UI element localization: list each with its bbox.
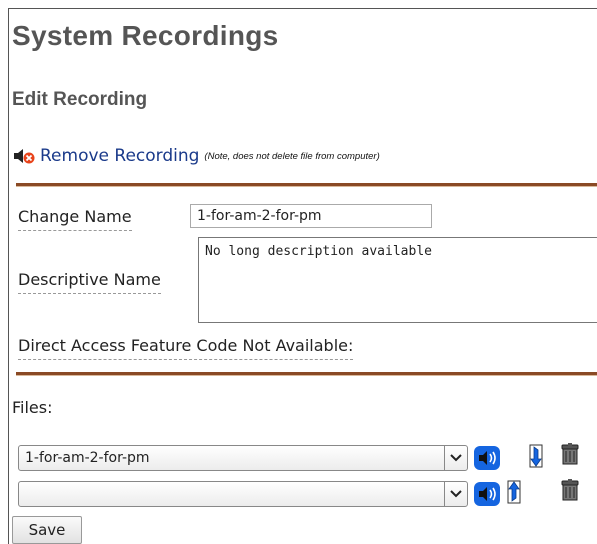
play-sound-icon[interactable] <box>474 482 500 510</box>
files-label: Files: <box>12 398 53 417</box>
chevron-down-icon[interactable] <box>444 446 467 470</box>
file-select-value: 1-for-am-2-for-pm <box>25 450 150 466</box>
chevron-down-icon[interactable] <box>444 482 467 506</box>
move-down-icon[interactable] <box>529 444 543 472</box>
divider <box>16 183 597 187</box>
save-button[interactable]: Save <box>12 516 82 544</box>
change-name-label: Change Name <box>18 207 132 231</box>
remove-recording-note: (Note, does not delete file from compute… <box>204 150 380 162</box>
feature-code-label: Direct Access Feature Code Not Available… <box>18 336 354 360</box>
descriptive-name-label: Descriptive Name <box>18 270 161 294</box>
remove-recording-row: Remove Recording (Note, does not delete … <box>12 145 380 167</box>
file-select[interactable] <box>18 481 468 507</box>
descriptive-name-textarea[interactable]: No long description available <box>198 237 597 323</box>
remove-recording-link[interactable]: Remove Recording <box>40 146 199 166</box>
trash-icon[interactable] <box>560 479 580 505</box>
trash-icon[interactable] <box>560 443 580 469</box>
file-select[interactable]: 1-for-am-2-for-pm <box>18 445 468 471</box>
divider <box>16 372 597 376</box>
move-up-icon[interactable] <box>507 480 521 508</box>
page-title: System Recordings <box>12 20 279 51</box>
play-sound-icon[interactable] <box>474 446 500 474</box>
speaker-delete-icon[interactable] <box>12 146 38 166</box>
change-name-input[interactable] <box>190 204 432 228</box>
section-title: Edit Recording <box>12 89 148 110</box>
